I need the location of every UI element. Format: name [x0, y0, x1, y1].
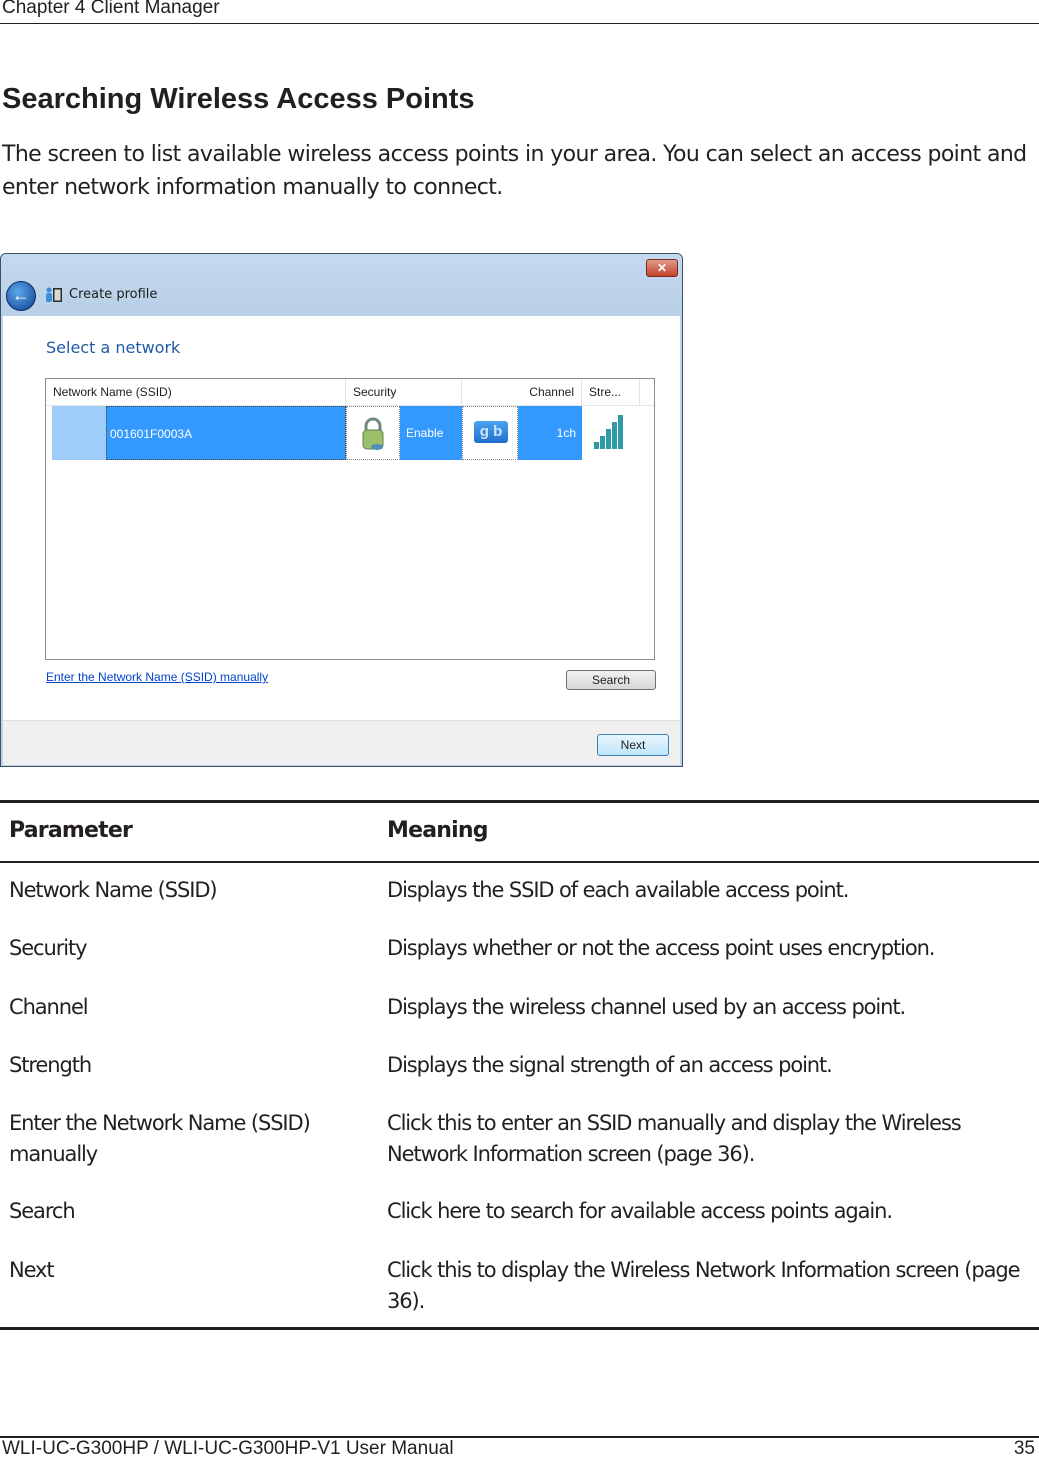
chapter-header: Chapter 4 Client Manager — [2, 0, 220, 18]
profile-icon — [46, 287, 62, 302]
next-button[interactable]: Next — [597, 734, 669, 756]
search-button[interactable]: Search — [566, 670, 656, 690]
create-profile-window: ✕ ← Create profile Select a network Netw… — [0, 253, 683, 767]
network-row[interactable]: 001601F0003A Enable g b 1ch — [52, 406, 642, 460]
strength-cell — [582, 406, 642, 460]
page-number: 35 — [1013, 1438, 1035, 1459]
column-header-strength[interactable]: Stre... — [582, 379, 640, 405]
table-bottom-rule — [0, 1327, 1039, 1330]
mode-icon-cell: g b — [462, 406, 518, 460]
ssid-cell: 001601F0003A — [106, 406, 346, 460]
table-header-parameter: Parameter — [9, 818, 133, 843]
footer-manual-title: WLI-UC-G300HP / WLI-UC-G300HP-V1 User Ma… — [2, 1438, 454, 1459]
parameter-cell: Next — [9, 1258, 55, 1282]
meaning-cell: Displays the signal strength of an acces… — [387, 1053, 833, 1077]
intro-paragraph: The screen to list available wireless ac… — [2, 142, 1027, 200]
gb-mode-icon: g b — [474, 421, 508, 443]
window-footer: Next — [3, 720, 680, 765]
meaning-cell: Click this to display the Wireless Netwo… — [387, 1258, 1021, 1313]
meaning-cell: Displays the SSID of each available acce… — [387, 878, 849, 902]
parameter-cell: Search — [9, 1199, 76, 1223]
column-header-security[interactable]: Security — [346, 379, 462, 405]
window-body: Select a network Network Name (SSID) Sec… — [3, 316, 680, 720]
column-header-channel[interactable]: Channel — [462, 379, 582, 405]
meaning-cell: Displays the wireless channel used by an… — [387, 995, 906, 1019]
list-header: Network Name (SSID) Security Channel Str… — [46, 379, 654, 406]
security-cell: Enable — [400, 406, 462, 460]
parameter-cell: Channel — [9, 995, 89, 1019]
meaning-cell: Click this to enter an SSID manually and… — [387, 1111, 962, 1166]
network-list[interactable]: Network Name (SSID) Security Channel Str… — [45, 378, 655, 660]
security-icon-cell — [346, 406, 400, 460]
channel-cell: 1ch — [518, 406, 582, 460]
lock-icon — [362, 417, 384, 450]
table-header-rule — [0, 861, 1039, 863]
select-network-heading: Select a network — [46, 338, 181, 357]
close-button[interactable]: ✕ — [646, 259, 678, 277]
enter-ssid-manually-link[interactable]: Enter the Network Name (SSID) manually — [46, 670, 268, 684]
parameter-cell: Strength — [9, 1053, 92, 1077]
table-top-rule — [0, 800, 1039, 803]
table-header-meaning: Meaning — [387, 818, 488, 843]
meaning-cell: Click here to search for available acces… — [387, 1199, 893, 1223]
window-nav-title: Create profile — [69, 287, 158, 302]
window-titlebar: ✕ ← Create profile — [1, 254, 682, 316]
back-button[interactable]: ← — [6, 281, 36, 311]
parameter-cell: Network Name (SSID) — [9, 878, 218, 902]
column-header-ssid[interactable]: Network Name (SSID) — [46, 379, 346, 405]
meaning-cell: Displays whether or not the access point… — [387, 936, 935, 960]
page-title: Searching Wireless Access Points — [2, 83, 475, 115]
row-gutter — [52, 406, 106, 460]
parameter-cell: Enter the Network Name (SSID) manually — [9, 1111, 311, 1166]
header-rule — [0, 23, 1039, 24]
close-icon: ✕ — [656, 261, 668, 275]
signal-bars-icon — [594, 415, 623, 449]
back-arrow-icon: ← — [12, 285, 30, 305]
parameter-cell: Security — [9, 936, 88, 960]
